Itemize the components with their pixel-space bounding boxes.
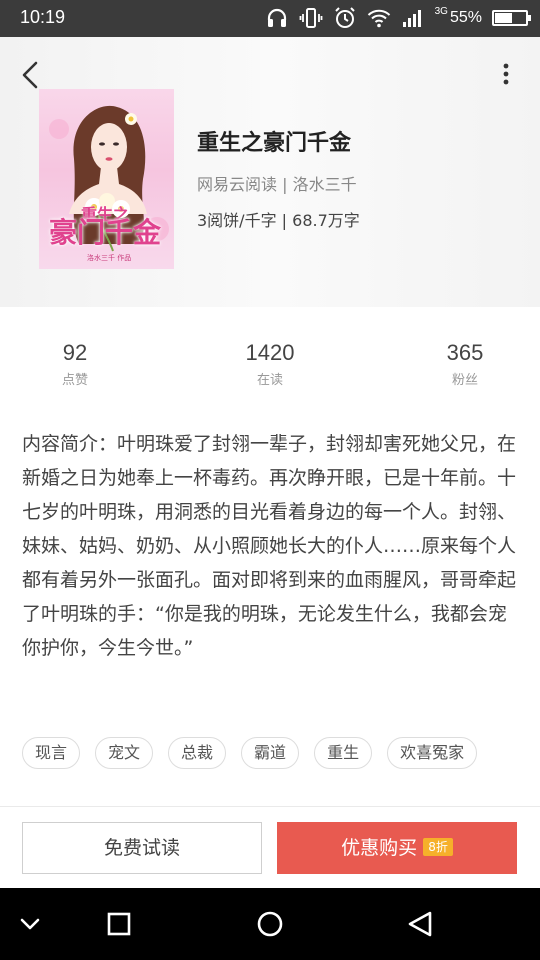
hide-keyboard-button[interactable] [12,906,48,942]
status-icons: 3G 55% [265,5,531,30]
stat-label: 粉丝 [451,373,478,388]
battery-level [495,13,512,23]
headphones-icon [267,8,286,27]
tag[interactable]: 总裁 [168,737,227,769]
signal-icon [402,10,421,27]
book-stats: 92 点赞 1420 在读 365 粉丝 [0,340,540,400]
book-cover[interactable]: 重生之 豪门千金 洛水三千 作品 [39,89,174,269]
system-nav-bar [0,888,540,960]
more-vertical-icon [503,63,509,85]
wifi-icon [367,9,390,28]
stat-value: 92 [62,340,88,365]
divider [0,806,540,807]
square-icon [107,912,131,936]
status-time: 10:19 [20,7,66,27]
back-button[interactable] [14,57,50,93]
tag[interactable]: 欢喜冤家 [387,737,478,769]
tag-list: 现言 宠文 总裁 霸道 重生 欢喜冤家 [22,737,478,769]
tag[interactable]: 现言 [22,737,81,769]
stat-readers: 1420 在读 [195,340,345,388]
alarm-icon [334,7,355,28]
stat-label: 在读 [256,373,283,388]
status-bar: 10:19 3G 55% [0,0,540,37]
free-read-button[interactable]: 免费试读 [22,822,262,874]
cover-author: 洛水三千 作品 [87,254,132,262]
buy-button-label: 优惠购买 [341,837,418,859]
book-source-author: 网易云阅读 | 洛水三千 [197,175,357,194]
book-price-wordcount: 3阅饼/千字 | 68.7万字 [197,211,360,230]
book-description: 内容简介：叶明珠爱了封翎一辈子，封翎却害死她父兄，在新婚之日为她奉上一杯毒药。再… [22,433,517,659]
buy-button[interactable]: 优惠购买 8折 [277,822,517,874]
discount-badge: 8折 [423,838,453,856]
stat-likes[interactable]: 92 点赞 [0,340,150,388]
vibrate-icon [299,8,323,28]
book-title: 重生之豪门千金 [197,131,352,156]
stat-fans[interactable]: 365 粉丝 [390,340,540,388]
battery-icon [492,10,531,26]
battery-percent: 55% [449,9,482,26]
triangle-back-icon [408,911,432,937]
circle-icon [257,911,283,937]
stat-value: 1420 [245,340,295,365]
tag[interactable]: 宠文 [95,737,154,769]
stat-label: 点赞 [61,373,88,388]
tag[interactable]: 霸道 [241,737,300,769]
recents-button[interactable] [101,906,137,942]
home-button[interactable] [252,906,288,942]
more-button[interactable] [482,59,518,95]
network-type: 3G [434,5,448,17]
stat-value: 365 [446,340,484,365]
chevron-left-icon [22,61,38,89]
cover-title: 豪门千金 [49,216,162,249]
chevron-down-icon [20,918,40,930]
tag[interactable]: 重生 [314,737,373,769]
back-nav-button[interactable] [402,906,438,942]
